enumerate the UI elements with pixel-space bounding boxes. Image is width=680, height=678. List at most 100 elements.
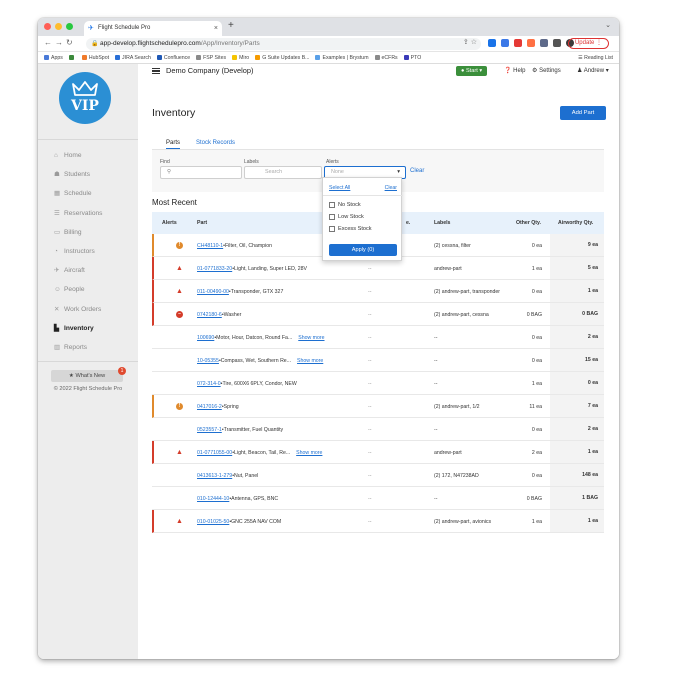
sidebar-item-work-orders[interactable]: ✕ Work Orders <box>38 300 138 319</box>
option-low-stock[interactable]: Low Stock <box>329 213 364 221</box>
show-more-link[interactable]: Show more <box>296 450 322 456</box>
table-row[interactable]: 100690 • Motor, Hour, Datcon, Round Fa..… <box>152 326 604 349</box>
settings-link[interactable]: ⚙ Settings <box>532 66 561 76</box>
warning-triangle-icon: ▲ <box>176 517 183 525</box>
bookmark-item[interactable]: JIRA Search <box>115 52 151 63</box>
extension-icon[interactable] <box>488 39 496 47</box>
browser-tab[interactable]: ✈ Flight Schedule Pro × <box>84 21 222 36</box>
checkbox[interactable] <box>329 213 335 220</box>
bookmark-item[interactable]: FSP Sites <box>196 52 226 63</box>
show-more-link[interactable]: Show more <box>298 335 324 341</box>
bookmark-star-icon[interactable]: ☆ <box>471 39 477 46</box>
airworthy-qty-cell: 0 BAG <box>550 303 604 325</box>
close-tab-icon[interactable]: × <box>214 21 218 36</box>
bookmark-item[interactable]: Examples | Brystum <box>315 52 369 63</box>
divider <box>323 195 403 196</box>
bookmark-item[interactable]: PTO <box>403 52 421 63</box>
table-row[interactable]: ▲ 011-00490-00 • Transponder, GTX 327 -- (2… <box>152 280 604 303</box>
part-description: Compass, Wet, Southern Re... <box>220 357 292 364</box>
labels-cell: -- <box>434 380 438 387</box>
option-excess-stock[interactable]: Excess Stock <box>329 225 372 233</box>
table-row[interactable]: 072-314-0 • Tire, 600X6 6PLY, Condor, NE… <box>152 372 604 395</box>
table-row[interactable]: ! 0417016-2 • Spring -- (2) andrew-part, 1/… <box>152 395 604 418</box>
part-number-link[interactable]: 01-0771833-20 <box>197 266 232 272</box>
clear-filters-link[interactable]: Clear <box>410 168 424 174</box>
extension-icon[interactable] <box>527 39 535 47</box>
table-row[interactable]: ▲ 01-0771055-00 • Light, Beacon, Tail, Re… <box>152 441 604 464</box>
extension-icon[interactable] <box>514 39 522 47</box>
bookmark-item[interactable]: eCFRs <box>374 52 398 63</box>
puzzle-icon[interactable] <box>553 39 561 47</box>
part-number-link[interactable]: 0417016-2 <box>197 404 222 410</box>
part-number-link[interactable]: 100690 <box>197 335 214 341</box>
update-button[interactable]: Update ⋮ <box>567 38 609 49</box>
sidebar-item-billing[interactable]: ▭ Billing <box>38 223 138 242</box>
option-no-stock[interactable]: No Stock <box>329 201 361 209</box>
select-all-link[interactable]: Select All <box>329 185 350 191</box>
checkbox[interactable] <box>329 201 335 208</box>
part-number-link[interactable]: 0742180-6 <box>197 312 222 318</box>
sidebar-item-people[interactable]: ☺ People <box>38 280 138 299</box>
bookmark-item[interactable]: Confluence <box>156 52 190 63</box>
hamburger-menu-icon[interactable] <box>152 68 160 74</box>
find-input[interactable]: ⚲ <box>160 166 242 179</box>
tab-stock-records[interactable]: Stock Records <box>196 138 235 148</box>
part-number-link[interactable]: CH48110-1 <box>197 243 223 249</box>
alerts-dropdown: Select All Clear No Stock Low Stock Exce… <box>322 177 403 261</box>
extension-icon[interactable] <box>540 39 548 47</box>
part-number-link[interactable]: 01-0771055-00 <box>197 450 232 456</box>
sidebar-item-home[interactable]: ⌂ Home <box>38 146 138 165</box>
bookmark-favicon-icon <box>255 55 261 61</box>
share-icon[interactable]: ⇪ <box>463 39 469 46</box>
add-part-button[interactable]: Add Part <box>560 106 606 120</box>
other-qty-cell: 11 ea <box>529 403 542 410</box>
close-window-button[interactable] <box>44 23 51 30</box>
bookmark-item[interactable]: HubSpot <box>81 52 109 63</box>
bookmark-item[interactable] <box>68 52 76 63</box>
sidebar-item-aircraft[interactable]: ✈ Aircraft <box>38 261 138 280</box>
vip-logo[interactable]: VIP <box>59 72 111 124</box>
table-row[interactable]: ▲ 010-01025-50 • GNC 255A NAV COM -- (2) an… <box>152 510 604 533</box>
show-more-link[interactable]: Show more <box>297 358 323 364</box>
labels-search-input[interactable]: Search <box>244 166 322 179</box>
dropdown-clear-link[interactable]: Clear <box>385 185 397 191</box>
extension-icon[interactable] <box>501 39 509 47</box>
table-row[interactable]: 0413613-1-279 • Nut, Panel -- (2) 172, N47… <box>152 464 604 487</box>
part-number-link[interactable]: 072-314-0 <box>197 381 221 387</box>
table-row[interactable]: 10-05355 • Compass, Wet, Southern Re... S… <box>152 349 604 372</box>
new-tab-icon[interactable]: + <box>228 20 234 31</box>
sidebar-item-inventory[interactable]: ▙ Inventory <box>38 319 138 338</box>
start-button[interactable]: ● Start ▾ <box>456 66 488 76</box>
part-number-link[interactable]: 011-00490-00 <box>197 289 229 295</box>
sidebar-item-reservations[interactable]: ☰ Reservations <box>38 204 138 223</box>
sidebar-item-instructors[interactable]: ◔ Instructors <box>38 242 138 261</box>
whats-new-button[interactable]: ★ What's New 1 <box>51 367 126 382</box>
minimize-window-button[interactable] <box>55 23 62 30</box>
bookmark-item[interactable]: G Suite Updates B... <box>255 52 309 63</box>
sidebar-item-students[interactable]: ☗ Students <box>38 165 138 184</box>
reading-list[interactable]: ☰ Reading List <box>578 52 613 63</box>
table-row[interactable]: 010-12444-10 • Antenna, GPS, BNC -- -- 0 BA… <box>152 487 604 510</box>
maximize-window-button[interactable] <box>66 23 73 30</box>
tab-parts[interactable]: Parts <box>166 138 181 149</box>
back-icon[interactable]: ← <box>44 38 55 47</box>
sidebar-item-reports[interactable]: ▥ Reports <box>38 338 138 357</box>
bookmark-item[interactable]: Miro <box>232 52 249 63</box>
part-number-link[interactable]: 0523557-1 <box>197 427 222 433</box>
part-number-link[interactable]: 010-12444-10 <box>197 496 229 502</box>
table-row[interactable]: – 0742180-6 • Washer -- (2) andrew-part, ce… <box>152 303 604 326</box>
part-number-link[interactable]: 10-05355 <box>197 358 219 364</box>
part-number-link[interactable]: 0413613-1-279 <box>197 473 232 479</box>
reload-icon[interactable]: ↻ <box>66 38 76 47</box>
forward-icon[interactable]: → <box>55 38 66 47</box>
help-link[interactable]: ❓ Help <box>504 66 526 76</box>
checkbox[interactable] <box>329 225 335 232</box>
apply-button[interactable]: Apply (0) <box>329 244 397 256</box>
tab-search-chevron-icon[interactable]: ⌄ <box>605 21 611 29</box>
user-menu[interactable]: ♟ Andrew ▾ <box>577 66 609 76</box>
part-number-link[interactable]: 010-01025-50 <box>197 519 229 525</box>
sidebar-item-schedule[interactable]: ▦ Schedule <box>38 184 138 203</box>
table-row[interactable]: 0523557-1 • Transmitter, Fuel Quantity --… <box>152 418 604 441</box>
bookmark-item[interactable]: Apps <box>44 52 63 63</box>
url-input[interactable]: 🔒 app-develop.flightschedulepro.com/App/… <box>86 38 481 50</box>
